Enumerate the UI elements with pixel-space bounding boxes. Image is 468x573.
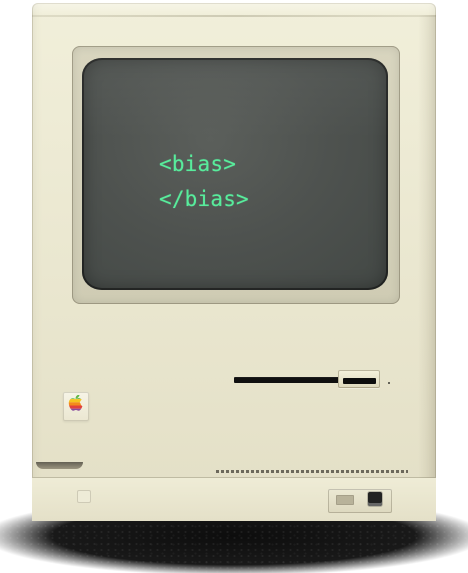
rainbow-apple-icon [68,395,83,411]
ports-panel [328,489,392,513]
floppy-drive [234,368,382,392]
lower-opening [36,462,83,469]
apple-logo-badge [63,392,89,421]
scene: <bias> </bias> [0,0,468,573]
eject-slot [338,370,380,388]
drive-indicator [388,382,390,384]
screen-line-2: </bias> [159,187,249,211]
screen-bezel: <bias> </bias> [72,46,400,304]
crt-screen: <bias> </bias> [82,58,388,290]
macintosh-computer: <bias> </bias> [32,3,436,521]
screen-line-1: <bias> [159,152,237,176]
computer-base [32,477,436,521]
vent-grille [216,470,408,473]
floppy-slot [234,377,348,383]
top-edge [32,15,436,17]
small-badge [77,490,91,503]
front-panel [32,303,436,453]
